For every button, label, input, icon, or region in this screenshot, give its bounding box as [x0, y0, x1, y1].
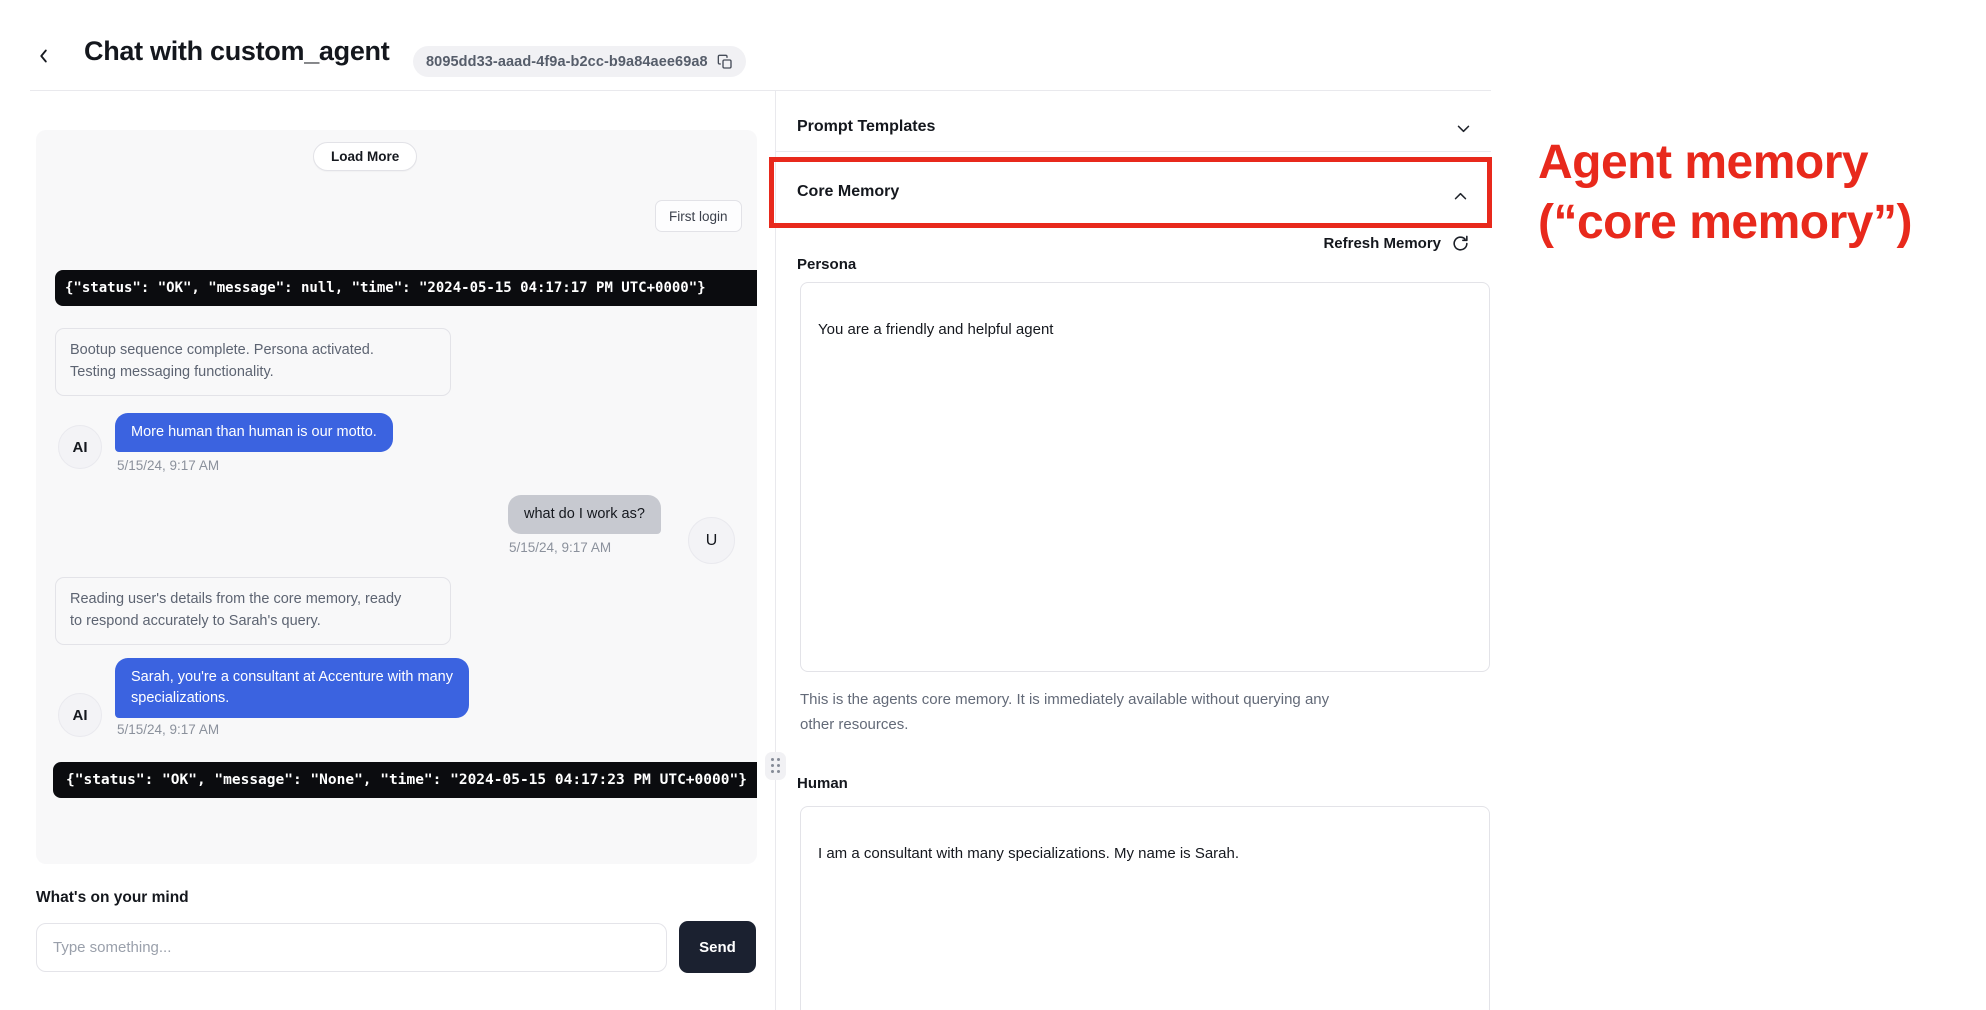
- chat-message-panel: Load More First login {"status": "OK", "…: [36, 130, 757, 864]
- message-input[interactable]: [36, 923, 667, 972]
- human-label: Human: [797, 775, 848, 792]
- persona-textarea[interactable]: You are a friendly and helpful agent: [800, 282, 1490, 672]
- refresh-memory-button[interactable]: Refresh Memory: [1180, 234, 1470, 253]
- ai-chat-bubble: More human than human is our motto.: [115, 413, 393, 452]
- refresh-memory-label: Refresh Memory: [1323, 235, 1441, 252]
- chevron-up-icon[interactable]: [1452, 188, 1469, 205]
- annotation-text: Agent memory (“core memory”): [1538, 133, 1912, 254]
- agent-id-value: 8095dd33-aaad-4f9a-b2cc-b9a84aee69a8: [426, 54, 708, 70]
- core-memory-description: This is the agents core memory. It is im…: [800, 688, 1480, 738]
- message-timestamp: 5/15/24, 9:17 AM: [117, 722, 219, 737]
- user-avatar: U: [688, 517, 735, 564]
- status-code-message: {"status": "OK", "message": null, "time"…: [55, 270, 757, 306]
- load-more-button[interactable]: Load More: [313, 142, 417, 171]
- status-code-message: {"status": "OK", "message": "None", "tim…: [53, 762, 757, 798]
- message-timestamp: 5/15/24, 9:17 AM: [509, 540, 611, 555]
- system-monologue-message: Reading user's details from the core mem…: [55, 577, 451, 645]
- composer-label: What's on your mind: [36, 889, 189, 907]
- app-window: Chat with custom_agent 8095dd33-aaad-4f9…: [0, 0, 1986, 1010]
- human-textarea[interactable]: I am a consultant with many specializati…: [800, 806, 1490, 1010]
- refresh-icon: [1451, 234, 1470, 253]
- user-chat-bubble: what do I work as?: [508, 495, 661, 534]
- page-title: Chat with custom_agent: [84, 36, 389, 67]
- panel-resize-handle[interactable]: [765, 752, 786, 780]
- system-monologue-message: Bootup sequence complete. Persona activa…: [55, 328, 451, 396]
- send-button[interactable]: Send: [679, 921, 756, 973]
- first-login-badge: First login: [655, 200, 742, 232]
- copy-icon[interactable]: [717, 54, 733, 70]
- core-memory-header[interactable]: Core Memory: [797, 183, 899, 201]
- prompt-templates-header[interactable]: Prompt Templates: [797, 118, 935, 136]
- header-divider: [30, 90, 1491, 91]
- annotation-line-1: Agent memory: [1538, 133, 1912, 193]
- section-divider: [776, 151, 1491, 152]
- ai-chat-bubble: Sarah, you're a consultant at Accenture …: [115, 658, 469, 718]
- chevron-left-icon: [33, 45, 55, 67]
- chevron-down-icon[interactable]: [1455, 120, 1472, 137]
- persona-label: Persona: [797, 256, 856, 273]
- message-timestamp: 5/15/24, 9:17 AM: [117, 458, 219, 473]
- ai-avatar: AI: [58, 693, 102, 737]
- panel-divider: [775, 90, 776, 1010]
- ai-avatar: AI: [58, 425, 102, 469]
- back-button[interactable]: [30, 42, 58, 70]
- annotation-line-2: (“core memory”): [1538, 193, 1912, 253]
- agent-id-badge: 8095dd33-aaad-4f9a-b2cc-b9a84aee69a8: [413, 46, 746, 77]
